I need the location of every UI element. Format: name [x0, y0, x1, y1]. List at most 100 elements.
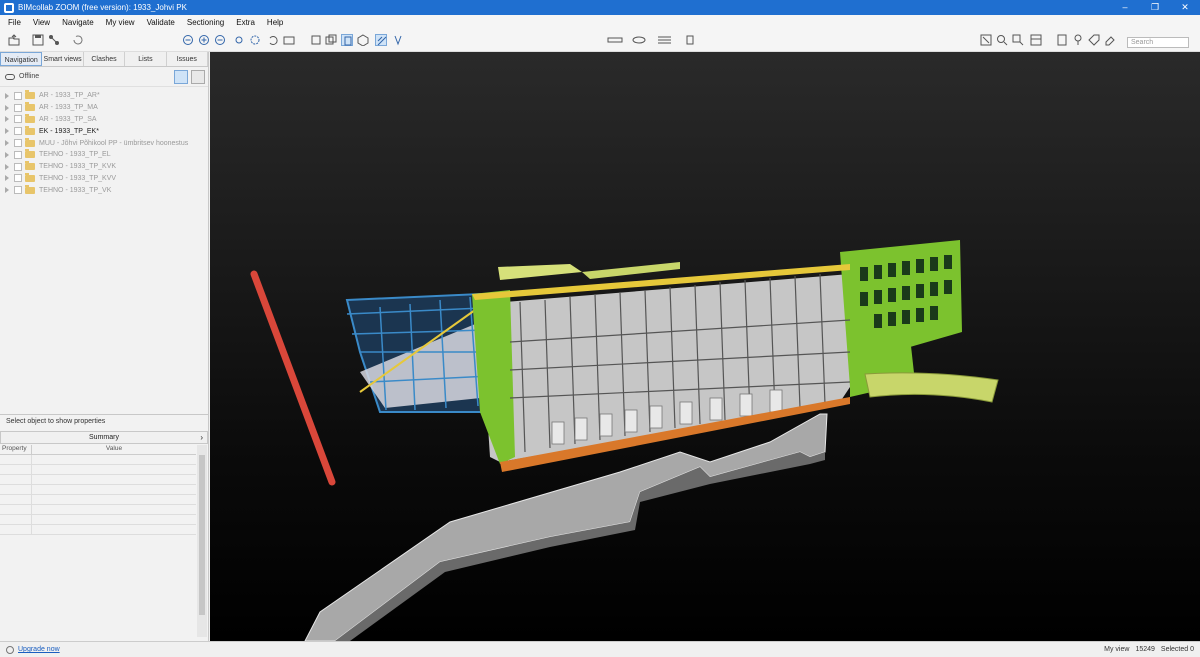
search-input[interactable]: Search [1127, 37, 1189, 48]
section-box-icon[interactable] [341, 34, 353, 46]
menu-validate[interactable]: Validate [147, 18, 175, 27]
green-wall-left[interactable] [472, 290, 515, 464]
visibility-checkbox[interactable] [14, 174, 22, 183]
status-info: My view 15249 Selected 0 [1098, 646, 1194, 653]
tree-item[interactable]: TEHNO - 1933_TP_EL [0, 149, 208, 161]
expand-arrow-icon[interactable] [5, 140, 9, 147]
status-bar: Upgrade now My view 15249 Selected 0 [0, 641, 1200, 657]
cube-icon[interactable] [357, 34, 369, 47]
menu-help[interactable]: Help [267, 18, 283, 27]
close-button[interactable]: ✕ [1170, 0, 1200, 15]
tree-item[interactable]: AR - 1933_TP_AR* [0, 90, 208, 102]
column-value[interactable]: Value [32, 445, 196, 454]
zoom-fit-icon[interactable] [182, 34, 194, 46]
menu-my-view[interactable]: My view [106, 18, 135, 27]
measure-icon[interactable] [607, 34, 625, 46]
3d-viewport[interactable] [210, 52, 1200, 641]
tree-item[interactable]: AR - 1933_TP_SA [0, 113, 208, 126]
undo-view-icon[interactable] [267, 34, 279, 46]
visibility-checkbox[interactable] [14, 91, 22, 100]
building-icon[interactable] [1056, 34, 1068, 46]
copy-icon[interactable] [325, 34, 337, 46]
folder-icon [25, 184, 35, 194]
menu-file[interactable]: File [8, 18, 21, 27]
tree-item[interactable]: MUU - Jõhvi Põhikool PP - ümbritsev hoon… [0, 137, 208, 149]
box-select-icon[interactable] [310, 34, 322, 46]
folder-icon [25, 161, 35, 171]
menu-sectioning[interactable]: Sectioning [187, 18, 224, 27]
layout-icon[interactable] [1030, 34, 1042, 46]
table-row [0, 495, 196, 505]
tab-lists[interactable]: Lists [125, 52, 167, 66]
tree-item[interactable]: AR - 1933_TP_MA [0, 102, 208, 114]
eraser-icon[interactable] [1104, 34, 1116, 46]
tab-issues[interactable]: Issues [166, 52, 209, 66]
open-project-icon[interactable] [8, 34, 20, 46]
pin-icon[interactable] [1072, 34, 1084, 46]
expand-arrow-icon[interactable] [5, 116, 9, 123]
expand-arrow-icon[interactable] [5, 187, 9, 194]
tab-smart-views[interactable]: Smart views [42, 52, 84, 66]
zoom-selected-icon[interactable] [996, 34, 1008, 46]
tree-item[interactable]: TEHNO - 1933_TP_KVV [0, 172, 208, 185]
summary-section[interactable]: Summary › [0, 431, 208, 444]
menu-view[interactable]: View [33, 18, 50, 27]
tag-icon[interactable] [1088, 34, 1100, 46]
visibility-checkbox[interactable] [14, 162, 22, 171]
offline-label: Offline [19, 73, 40, 80]
fullscreen-icon[interactable] [980, 34, 992, 46]
menu-extra[interactable]: Extra [236, 18, 255, 27]
minimize-button[interactable]: – [1110, 0, 1140, 15]
tree-item[interactable]: TEHNO - 1933_TP_VK [0, 184, 208, 196]
zoom-window-icon[interactable] [1012, 34, 1024, 46]
visibility-checkbox[interactable] [14, 127, 22, 136]
properties-scrollbar[interactable] [197, 445, 207, 637]
save-icon[interactable] [32, 34, 44, 46]
visibility-checkbox[interactable] [14, 186, 22, 195]
transparency-icon[interactable] [375, 34, 387, 46]
roof-element[interactable] [498, 264, 582, 280]
camera-icon[interactable] [283, 34, 295, 46]
tree-view-icon[interactable] [174, 70, 188, 84]
refresh-icon[interactable] [72, 34, 84, 46]
line-weight-icon[interactable] [657, 34, 675, 46]
expand-arrow-icon[interactable] [5, 128, 9, 135]
grid-view-icon[interactable] [191, 70, 205, 84]
chevron-right-icon[interactable]: › [200, 432, 203, 444]
visibility-checkbox[interactable] [14, 103, 22, 112]
expand-arrow-icon[interactable] [5, 104, 9, 111]
zoom-in-icon[interactable] [198, 34, 210, 46]
scrollbar-thumb[interactable] [199, 455, 205, 615]
cloud-icon [5, 73, 15, 80]
model-render[interactable] [210, 52, 1200, 641]
tab-navigation[interactable]: Navigation [0, 52, 43, 66]
expand-arrow-icon[interactable] [5, 151, 9, 158]
expand-arrow-icon[interactable] [5, 163, 9, 170]
visibility-checkbox[interactable] [14, 115, 22, 124]
column-property[interactable]: Property [0, 445, 32, 454]
upgrade-link[interactable]: Upgrade now [6, 645, 60, 654]
pipe-element[interactable] [250, 270, 336, 486]
roof-element[interactable] [582, 262, 680, 279]
visibility-checkbox[interactable] [14, 150, 22, 159]
maximize-button[interactable]: ❐ [1140, 0, 1170, 15]
tree-item[interactable]: TEHNO - 1933_TP_KVK [0, 161, 208, 173]
zoom-out-icon[interactable] [214, 34, 226, 46]
left-panel: Navigation Smart views Clashes Lists Iss… [0, 52, 209, 641]
tab-clashes[interactable]: Clashes [83, 52, 126, 66]
orbit-icon[interactable] [249, 34, 261, 46]
menu-navigate[interactable]: Navigate [62, 18, 94, 27]
expand-arrow-icon[interactable] [5, 92, 9, 99]
visibility-checkbox[interactable] [14, 139, 22, 148]
canopy-element[interactable] [864, 372, 999, 403]
tree-item-label: AR - 1933_TP_MA [39, 104, 98, 112]
folder-icon [25, 149, 35, 159]
share-icon[interactable] [48, 34, 60, 46]
tree-item-label: TEHNO - 1933_TP_KVK [39, 163, 117, 171]
walk-icon[interactable] [392, 34, 404, 46]
color-bucket-icon[interactable] [684, 34, 696, 46]
pan-icon[interactable] [233, 34, 245, 46]
tree-item[interactable]: EK - 1933_TP_EK* [0, 125, 208, 137]
expand-arrow-icon[interactable] [5, 175, 9, 182]
ellipse-tool-icon[interactable] [632, 34, 650, 46]
